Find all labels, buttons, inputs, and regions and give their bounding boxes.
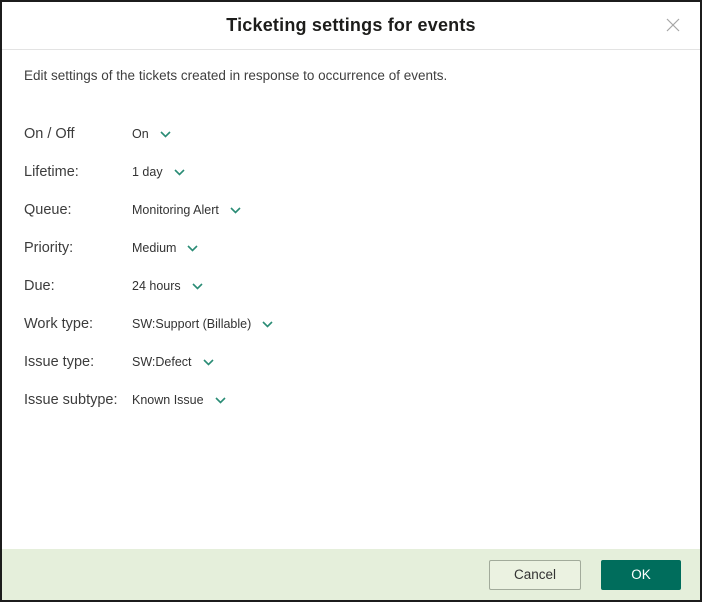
chevron-down-icon [262, 320, 273, 328]
dialog-title: Ticketing settings for events [226, 15, 476, 35]
settings-row-lifetime: Lifetime: 1 day [24, 153, 678, 191]
lifetime-dropdown[interactable]: 1 day [132, 165, 185, 179]
dialog-description: Edit settings of the tickets created in … [24, 68, 448, 83]
on-off-value: On [132, 127, 149, 141]
settings-row-priority: Priority: Medium [24, 229, 678, 267]
close-button[interactable] [663, 16, 683, 36]
issue-subtype-label: Issue subtype: [24, 392, 118, 408]
dialog-header: Ticketing settings for events [2, 2, 700, 50]
dialog-footer: Cancel OK [2, 549, 700, 600]
priority-dropdown[interactable]: Medium [132, 241, 199, 255]
chevron-down-icon [192, 282, 203, 290]
work-type-value: SW:Support (Billable) [132, 317, 252, 331]
chevron-down-icon [187, 244, 199, 252]
on-off-dropdown[interactable]: On [132, 127, 171, 141]
issue-subtype-value: Known Issue [132, 393, 204, 407]
queue-value: Monitoring Alert [132, 203, 219, 217]
lifetime-value: 1 day [132, 165, 163, 179]
queue-dropdown[interactable]: Monitoring Alert [132, 203, 241, 217]
chevron-down-icon [160, 130, 171, 138]
close-icon [665, 17, 681, 36]
issue-type-value: SW:Defect [132, 355, 192, 369]
due-dropdown[interactable]: 24 hours [132, 279, 203, 293]
settings-rows: On / Off On Lifetime: 1 day Queue: Monit… [24, 115, 678, 419]
priority-value: Medium [132, 241, 177, 255]
chevron-down-icon [230, 206, 241, 214]
ticketing-settings-dialog: Ticketing settings for events Edit setti… [0, 0, 702, 602]
due-value: 24 hours [132, 279, 181, 293]
issue-subtype-dropdown[interactable]: Known Issue [132, 393, 226, 407]
dialog-body: Edit settings of the tickets created in … [2, 67, 700, 419]
settings-row-issue-subtype: Issue subtype: Known Issue [24, 381, 678, 419]
issue-type-label: Issue type: [24, 354, 95, 370]
settings-row-issue-type: Issue type: SW:Defect [24, 343, 678, 381]
chevron-down-icon [202, 358, 214, 366]
chevron-down-icon [215, 396, 226, 404]
work-type-dropdown[interactable]: SW:Support (Billable) [132, 317, 273, 331]
priority-label: Priority: [24, 240, 74, 256]
settings-row-queue: Queue: Monitoring Alert [24, 191, 678, 229]
chevron-down-icon [174, 168, 185, 176]
settings-row-work-type: Work type: SW:Support (Billable) [24, 305, 678, 343]
settings-row-on-off: On / Off On [24, 115, 678, 153]
due-label: Due: [24, 278, 55, 294]
cancel-button[interactable]: Cancel [489, 559, 581, 590]
lifetime-label: Lifetime: [24, 164, 79, 180]
issue-type-dropdown[interactable]: SW:Defect [132, 355, 214, 369]
on-off-label: On / Off [24, 126, 75, 142]
queue-label: Queue: [24, 202, 72, 218]
work-type-label: Work type: [24, 316, 94, 332]
settings-row-due: Due: 24 hours [24, 267, 678, 305]
ok-button[interactable]: OK [601, 559, 681, 590]
